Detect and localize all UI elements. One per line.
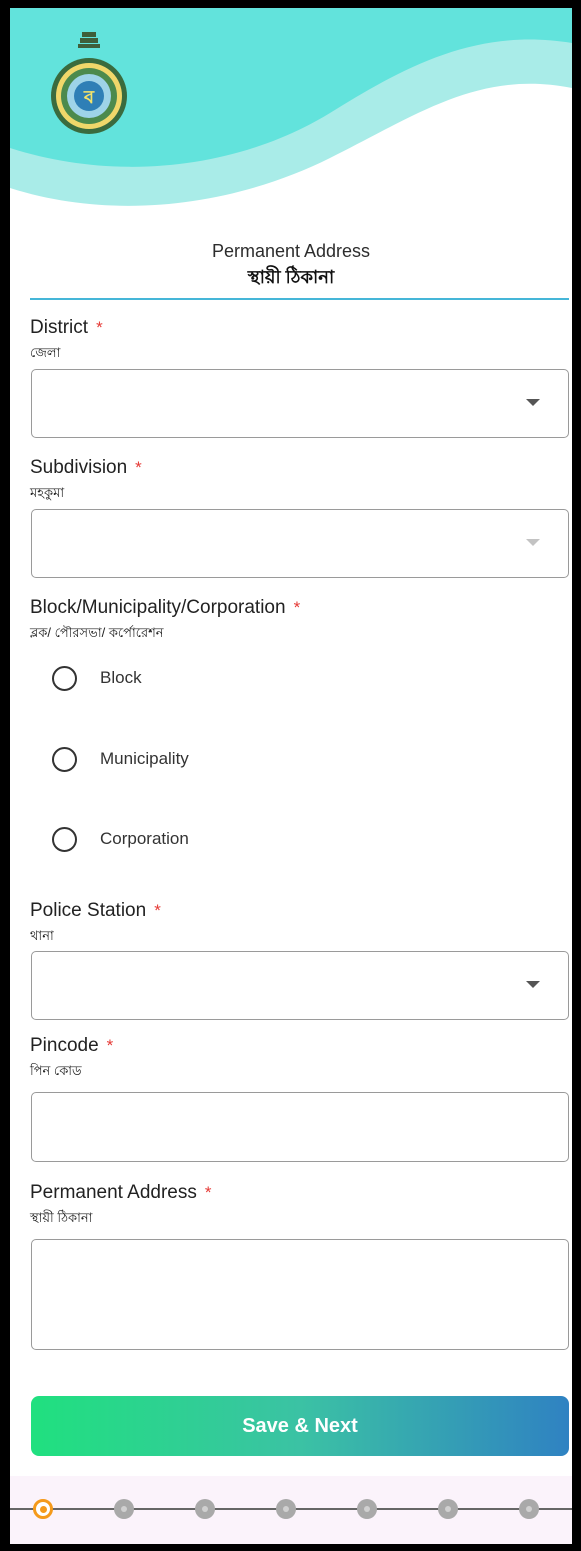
subdivision-label-bengali: মহকুমা [30, 485, 65, 500]
page-title-bengali: স্থায়ী ঠিকানা [247, 267, 335, 287]
subdivision-select[interactable] [31, 509, 569, 578]
block-type-label: Block/Municipality/Corporation * [30, 597, 301, 618]
required-mark: * [293, 598, 301, 617]
address-textarea[interactable] [31, 1239, 569, 1350]
district-label: District * [30, 317, 103, 338]
step-dot-inner [39, 1505, 47, 1513]
step-dot-3[interactable] [195, 1499, 215, 1519]
chevron-down-icon [526, 981, 540, 988]
pincode-input[interactable] [31, 1092, 569, 1162]
progress-stepper [10, 1476, 572, 1544]
radio-option-block[interactable]: Block [52, 658, 142, 698]
police-station-label-bengali: থানা [30, 928, 54, 943]
chevron-down-icon [526, 539, 540, 546]
radio-option-corporation[interactable]: Corporation [52, 819, 189, 859]
step-dot-inner [121, 1506, 127, 1512]
required-mark: * [96, 318, 103, 337]
required-mark: * [106, 1036, 114, 1055]
address-label-bengali: স্থায়ী ঠিকানা [30, 1210, 93, 1225]
required-mark: * [154, 901, 161, 920]
radio-button[interactable] [52, 746, 77, 772]
police-station-select[interactable] [31, 951, 569, 1020]
radio-label-block: Block [100, 668, 142, 687]
police-station-label: Police Station * [30, 900, 161, 921]
svg-text:ব: ব [83, 87, 95, 108]
step-dot-inner [202, 1506, 208, 1512]
required-mark: * [135, 458, 142, 477]
step-dot-6[interactable] [438, 1499, 458, 1519]
step-dot-5[interactable] [357, 1499, 377, 1519]
radio-label-corporation: Corporation [100, 829, 189, 848]
radio-button[interactable] [52, 665, 77, 691]
block-type-label-bengali: ব্লক/ পৌরসভা/ কর্পোরেশন [30, 625, 164, 640]
step-dot-1[interactable] [33, 1499, 53, 1519]
section-title: Permanent Address স্থায়ী ঠিকানা [10, 240, 572, 290]
district-select[interactable] [31, 369, 569, 438]
west-bengal-emblem-icon: ব [46, 28, 132, 140]
step-dot-4[interactable] [276, 1499, 296, 1519]
step-dot-inner [526, 1506, 532, 1512]
pincode-label-bengali: পিন কোড [30, 1063, 82, 1078]
subdivision-label: Subdivision * [30, 457, 142, 478]
radio-option-municipality[interactable]: Municipality [52, 739, 189, 779]
required-mark: * [204, 1183, 212, 1202]
district-label-bengali: জেলা [30, 345, 61, 360]
save-next-button[interactable]: Save & Next [31, 1396, 569, 1456]
step-dot-inner [445, 1506, 451, 1512]
step-dot-inner [283, 1506, 289, 1512]
title-divider [30, 298, 569, 300]
step-dot-7[interactable] [519, 1499, 539, 1519]
pincode-label: Pincode * [30, 1035, 114, 1056]
chevron-down-icon [526, 399, 540, 406]
page-title: Permanent Address [211, 241, 371, 261]
radio-label-municipality: Municipality [100, 749, 189, 768]
address-label: Permanent Address * [30, 1182, 212, 1203]
step-dot-2[interactable] [114, 1499, 134, 1519]
step-dot-inner [364, 1506, 370, 1512]
header-banner: ব [10, 8, 572, 220]
radio-button[interactable] [52, 826, 77, 852]
screen: ব Permanent Address স্থায়ী ঠিকানা Distr… [10, 8, 572, 1544]
